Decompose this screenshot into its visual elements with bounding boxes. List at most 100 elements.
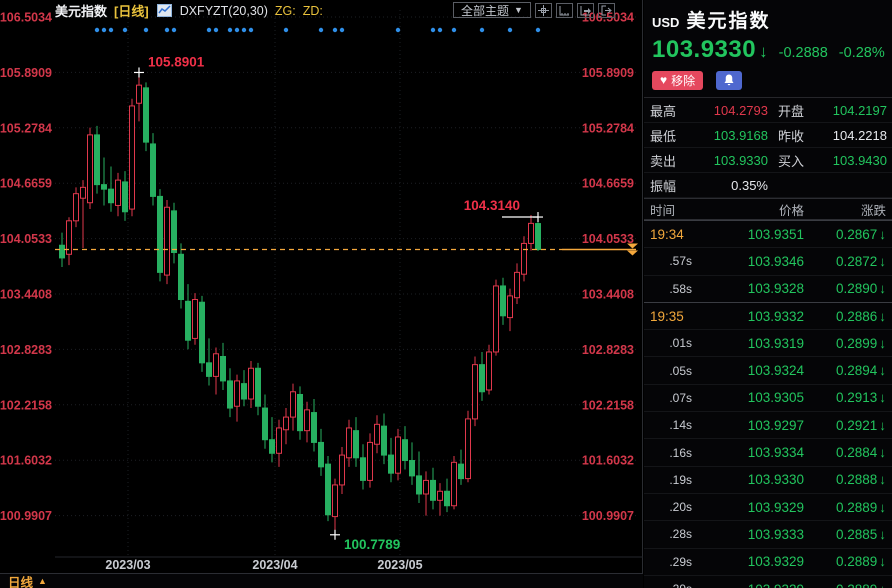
tick-change: 0.2888↓ [804, 472, 892, 487]
tick-table-header: 时间 价格 涨跌 [644, 198, 892, 220]
detach-window-icon [601, 5, 612, 16]
tick-change: 0.2921↓ [804, 418, 892, 433]
svg-text:105.2784: 105.2784 [0, 121, 52, 135]
tick-time: 19:34 [644, 227, 692, 242]
chart-toolbar-right: 全部主题 ▼ [453, 2, 615, 18]
stat-value: 0.35% [684, 178, 768, 193]
tick-row: 19:35103.93320.2886↓ [644, 302, 892, 329]
down-arrow-icon: ↓ [879, 363, 886, 378]
svg-text:104.6659: 104.6659 [582, 177, 634, 191]
tick-time: 19:35 [644, 309, 692, 324]
tick-rows: 19:34103.93510.2867↓ .57s103.93460.2872↓.… [644, 220, 892, 588]
svg-text:104.3140: 104.3140 [464, 198, 520, 213]
svg-text:103.4408: 103.4408 [0, 288, 52, 302]
stat-value: 104.2793 [684, 103, 768, 118]
tick-change: 0.2889↓ [804, 500, 892, 515]
stat-value: 104.2197 [812, 103, 892, 118]
price-down-arrow-icon: ↓ [759, 42, 768, 62]
all-themes-dropdown[interactable]: 全部主题 ▼ [453, 2, 531, 18]
stat-label: 卖出 [650, 151, 684, 170]
svg-text:106.5034: 106.5034 [0, 11, 52, 25]
chart-period-tag: [日线] [114, 1, 149, 20]
down-arrow-icon: ↓ [879, 281, 886, 296]
tick-row: .05s103.93240.2894↓ [644, 356, 892, 383]
svg-text:101.6032: 101.6032 [582, 454, 634, 468]
zg-label: ZG: [275, 4, 296, 18]
tick-time: .14s [644, 418, 692, 432]
x-label-march: 2023/03 [93, 558, 163, 572]
svg-text:105.8901: 105.8901 [148, 54, 205, 69]
tick-time: .20s [644, 500, 692, 514]
tick-change: 0.2886↓ [804, 309, 892, 324]
svg-text:102.2158: 102.2158 [0, 398, 52, 412]
tick-change: 0.2867↓ [804, 227, 892, 242]
down-arrow-icon: ↓ [879, 390, 886, 405]
chart-symbol-name: 美元指数 [55, 1, 107, 20]
down-arrow-icon: ↓ [879, 418, 886, 433]
price-alert-button[interactable] [716, 71, 742, 90]
svg-text:103.4408: 103.4408 [582, 288, 634, 302]
axis-scale-right-icon [580, 5, 591, 16]
stat-value: 103.9168 [684, 128, 768, 143]
down-arrow-icon: ↓ [879, 582, 886, 588]
tick-price: 103.9351 [692, 227, 804, 242]
svg-text:102.8283: 102.8283 [0, 343, 52, 357]
zd-label: ZD: [303, 4, 323, 18]
tick-row: .20s103.93290.2889↓ [644, 493, 892, 520]
x-axis-labels: 2023/03 2023/04 2023/05 [0, 558, 643, 573]
svg-text:100.9907: 100.9907 [582, 509, 634, 523]
tick-price: 103.9329 [692, 500, 804, 515]
quote-stats: 最高104.2793开盘104.2197最低103.9168昨收104.2218… [644, 97, 892, 198]
tick-time: .58s [644, 282, 692, 296]
svg-text:100.7789: 100.7789 [344, 537, 400, 552]
detach-window-button[interactable] [598, 3, 615, 18]
axis-scale-button[interactable] [556, 3, 573, 18]
price-change: -0.2888 [779, 45, 828, 61]
stat-row: 最高104.2793开盘104.2197 [644, 98, 892, 123]
candlestick-chart[interactable]: 106.5034106.5034105.8909105.8909105.2784… [0, 0, 643, 588]
tick-change: 0.2889↓ [804, 554, 892, 569]
tick-time: .57s [644, 254, 692, 268]
tick-row: .07s103.93050.2913↓ [644, 384, 892, 411]
svg-text:104.0533: 104.0533 [582, 232, 634, 246]
bell-icon [723, 74, 735, 87]
tick-price: 103.9333 [692, 527, 804, 542]
heart-icon: ♥ [660, 73, 667, 87]
chart-toolbar: 美元指数 [日线] DXFYZT(20,30) ZG: ZD: [55, 1, 323, 20]
chevron-down-icon: ▼ [514, 5, 523, 15]
remove-watchlist-button[interactable]: ♥ 移除 [652, 71, 703, 90]
tick-row: .29s103.93290.2889↓ [644, 575, 892, 588]
x-label-may: 2023/05 [365, 558, 435, 572]
down-arrow-icon: ↓ [879, 500, 886, 515]
tick-price: 103.9332 [692, 309, 804, 324]
svg-text:105.8909: 105.8909 [582, 66, 634, 80]
instrument-name: 美元指数 [686, 6, 770, 33]
line-chart-icon [157, 4, 172, 17]
stat-label: 最低 [650, 126, 684, 145]
col-change: 涨跌 [804, 200, 892, 219]
tick-time: .16s [644, 446, 692, 460]
stat-value: 103.9430 [812, 153, 892, 168]
period-tab-daily[interactable]: 日线 ▲ [0, 572, 47, 588]
tick-change: 0.2884↓ [804, 445, 892, 460]
tick-price: 103.9329 [692, 582, 804, 588]
chart-bottom-bar: 日线 ▲ [0, 573, 643, 588]
down-arrow-icon: ↓ [879, 527, 886, 542]
tick-table: 时间 价格 涨跌 19:34103.93510.2867↓ .57s103.934… [644, 198, 892, 588]
tick-row: .58s103.93280.2890↓ [644, 275, 892, 302]
svg-text:104.0533: 104.0533 [0, 232, 52, 246]
tick-price: 103.9329 [692, 554, 804, 569]
stat-value: 104.2218 [812, 128, 892, 143]
crosshair-tool-button[interactable] [535, 3, 552, 18]
col-time: 时间 [644, 200, 692, 219]
svg-text:101.6032: 101.6032 [0, 454, 52, 468]
stat-label: 买入 [778, 151, 812, 170]
stat-label: 振幅 [650, 176, 684, 195]
tick-row: .14s103.92970.2921↓ [644, 411, 892, 438]
tick-time: .19s [644, 473, 692, 487]
tick-time: .29s [644, 582, 692, 588]
tick-row: .57s103.93460.2872↓ [644, 247, 892, 274]
axis-scale-right-button[interactable] [577, 3, 594, 18]
stat-label: 开盘 [778, 101, 812, 120]
svg-text:104.6659: 104.6659 [0, 177, 52, 191]
